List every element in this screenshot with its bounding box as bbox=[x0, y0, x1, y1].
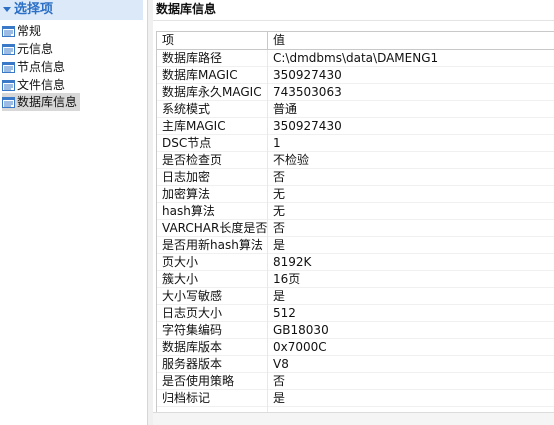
nav-item-label: 数据库信息 bbox=[17, 95, 78, 109]
panel-title: 数据库信息 bbox=[156, 2, 217, 16]
options-nav: 选择项 常规 元信息 节点信息 文件信息 数据库信息 bbox=[0, 0, 147, 425]
table-row[interactable]: 数据库永久MAGIC 743503063 bbox=[157, 84, 554, 101]
table-row[interactable]: 归档标记是 bbox=[157, 390, 554, 407]
table-row[interactable]: 是否使用策略否 bbox=[157, 373, 554, 390]
property-value-cell: 8192K bbox=[273, 255, 312, 269]
property-value-cell: 是 bbox=[273, 391, 286, 405]
property-value-cell: 是 bbox=[273, 238, 286, 252]
property-name-cell: DSC节点 bbox=[157, 135, 268, 152]
property-name-cell: 加密算法 bbox=[157, 186, 268, 203]
table-row[interactable]: VARCHAR长度是否以否 bbox=[157, 220, 554, 237]
property-name-cell: 日志页大小 bbox=[157, 305, 268, 322]
property-value-cell: 是 bbox=[273, 289, 286, 303]
property-value-cell: 否 bbox=[273, 221, 286, 235]
nav-item-general[interactable]: 常规 bbox=[2, 22, 44, 40]
list-window-icon bbox=[2, 61, 15, 73]
property-value-cell: 否 bbox=[273, 374, 286, 388]
nav-item-label: 文件信息 bbox=[17, 78, 66, 92]
table-body[interactable]: 数据库路径 C:\dmdbms\data\DAMENG1 数据库MAGIC 35092… bbox=[157, 50, 554, 412]
table-row[interactable]: 数据库路径 C:\dmdbms\data\DAMENG1 bbox=[157, 50, 554, 67]
table-row[interactable]: DSC节点 1 bbox=[157, 135, 554, 152]
property-value-cell: V8 bbox=[273, 357, 289, 371]
table-row[interactable]: hash算法无 bbox=[157, 203, 554, 220]
property-name-cell: hash算法 bbox=[157, 203, 268, 220]
column-header-value[interactable]: 值 bbox=[268, 32, 554, 49]
nav-item-database-info[interactable]: 数据库信息 bbox=[2, 93, 81, 111]
property-name-cell: 主库MAGIC bbox=[157, 118, 268, 135]
table-row[interactable]: 服务器版本 V8 bbox=[157, 356, 554, 373]
property-name-cell: 大小写敏感 bbox=[157, 288, 268, 305]
property-value-cell: C:\dmdbms\data\DAMENG1 bbox=[273, 51, 439, 65]
property-value-cell: 不检验 bbox=[273, 153, 310, 167]
triangle-down-icon[interactable] bbox=[0, 0, 14, 20]
list-window-icon bbox=[2, 25, 15, 37]
table-row[interactable]: 是否检查页 不检验 bbox=[157, 152, 554, 169]
property-value-cell: 1 bbox=[273, 136, 281, 150]
property-name-cell: 簇大小 bbox=[157, 271, 268, 288]
nav-item-meta-info[interactable]: 元信息 bbox=[2, 40, 56, 58]
table-header: 项 值 bbox=[157, 32, 554, 50]
property-value-cell: 无 bbox=[273, 204, 286, 218]
table-row[interactable]: 日志加密否 bbox=[157, 169, 554, 186]
title-divider bbox=[153, 20, 554, 21]
property-name-cell: 日志加密 bbox=[157, 169, 268, 186]
property-value-cell: GB18030 bbox=[273, 323, 329, 337]
table-row[interactable]: 字符集编码 GB18030 bbox=[157, 322, 554, 339]
property-name-cell: 数据库版本 bbox=[157, 339, 268, 356]
property-value-cell: 350927430 bbox=[273, 68, 342, 82]
property-name-cell: 归档标记 bbox=[157, 390, 268, 407]
property-name-cell: 数据库MAGIC bbox=[157, 67, 268, 84]
nav-item-file-info[interactable]: 文件信息 bbox=[2, 76, 68, 94]
property-value-cell: 否 bbox=[273, 170, 286, 184]
list-window-icon bbox=[2, 43, 15, 55]
property-value-cell: 普通 bbox=[273, 102, 298, 116]
table-row[interactable]: 是否用新hash算法是 bbox=[157, 237, 554, 254]
property-name-cell: 数据库路径 bbox=[157, 50, 268, 67]
nav-item-node-info[interactable]: 节点信息 bbox=[2, 58, 68, 76]
property-value-cell: 0x7000C bbox=[273, 340, 327, 354]
table-row[interactable]: 日志页大小 512 bbox=[157, 305, 554, 322]
nav-item-label: 常规 bbox=[17, 24, 42, 38]
nav-item-label: 元信息 bbox=[17, 42, 54, 56]
list-window-icon bbox=[2, 79, 15, 91]
property-name-cell: 服务器版本 bbox=[157, 356, 268, 373]
property-value-cell: 350927430 bbox=[273, 119, 342, 133]
property-value-cell: 512 bbox=[273, 306, 296, 320]
nav-header[interactable]: 选择项 bbox=[0, 0, 143, 20]
property-name-cell: 是否用新hash算法 bbox=[157, 237, 268, 254]
nav-header-title: 选择项 bbox=[14, 2, 54, 17]
property-value-cell: 16页 bbox=[273, 272, 301, 286]
list-window-icon bbox=[2, 96, 15, 108]
table-row[interactable]: 数据库版本 0x7000C bbox=[157, 339, 554, 356]
properties-table: 项 值 数据库路径 C:\dmdbms\data\DAMENG1 数据库MAGIC 3… bbox=[156, 31, 554, 412]
property-value-cell: 743503063 bbox=[273, 85, 342, 99]
property-name-cell: VARCHAR长度是否以 bbox=[157, 220, 268, 237]
property-name-cell: 数据库永久MAGIC bbox=[157, 84, 268, 101]
property-name-cell: 字符集编码 bbox=[157, 322, 268, 339]
column-header-item[interactable]: 项 bbox=[157, 32, 268, 49]
table-row[interactable]: 加密算法无 bbox=[157, 186, 554, 203]
table-row[interactable]: 系统模式 普通 bbox=[157, 101, 554, 118]
property-value-cell: 无 bbox=[273, 187, 286, 201]
property-name-cell: 是否使用策略 bbox=[157, 373, 268, 390]
database-info-panel: 数据库信息 项 值 数据库路径 C:\dmdbms\data\DAMENG1 数据库… bbox=[153, 0, 554, 425]
property-name-cell: 系统模式 bbox=[157, 101, 268, 118]
table-row[interactable]: 数据库MAGIC 350927430 bbox=[157, 67, 554, 84]
horizontal-scrollbar[interactable] bbox=[153, 412, 554, 425]
nav-item-label: 节点信息 bbox=[17, 60, 66, 74]
table-row[interactable]: 簇大小 16页 bbox=[157, 271, 554, 288]
property-name-cell: 页大小 bbox=[157, 254, 268, 271]
table-row[interactable]: 主库MAGIC 350927430 bbox=[157, 118, 554, 135]
property-name-cell: 是否检查页 bbox=[157, 152, 268, 169]
table-row[interactable]: 页大小 8192K bbox=[157, 254, 554, 271]
table-row[interactable]: 大小写敏感是 bbox=[157, 288, 554, 305]
